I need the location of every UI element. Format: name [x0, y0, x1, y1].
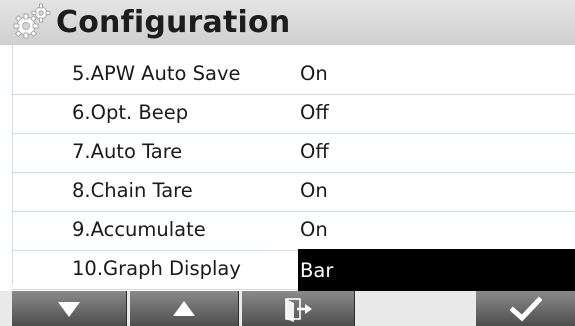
page-title: Configuration	[56, 5, 291, 40]
setting-row-apw-auto-save[interactable]: 5.APW Auto Save On	[12, 56, 575, 95]
setting-label: 7.Auto Tare	[72, 140, 183, 163]
up-arrow-icon	[171, 300, 197, 318]
setting-value: Off	[300, 140, 329, 163]
softkey-bar	[0, 291, 575, 326]
setting-value: On	[300, 179, 328, 202]
checkmark-icon	[509, 295, 542, 322]
exit-icon	[283, 296, 313, 322]
settings-list: 5.APW Auto Save On 6.Opt. Beep Off 7.Aut…	[12, 45, 575, 291]
setting-label: 6.Opt. Beep	[72, 101, 189, 124]
setting-label: 9.Accumulate	[72, 218, 206, 241]
confirm-button[interactable]	[476, 291, 575, 326]
exit-button[interactable]	[242, 291, 355, 326]
selected-value-highlight	[298, 249, 575, 291]
setting-row-opt-beep[interactable]: 6.Opt. Beep Off	[12, 95, 575, 134]
setting-label: 8.Chain Tare	[72, 179, 193, 202]
up-button[interactable]	[130, 291, 239, 326]
gears-icon	[12, 0, 54, 45]
setting-value: On	[300, 218, 328, 241]
setting-row-auto-tare[interactable]: 7.Auto Tare Off	[12, 134, 575, 173]
setting-label: 10.Graph Display	[72, 257, 241, 280]
down-arrow-icon	[56, 300, 82, 318]
down-button[interactable]	[12, 291, 127, 326]
configuration-screen: Configuration 5.APW Auto Save On 6.Opt. …	[0, 0, 575, 326]
setting-value: On	[300, 62, 328, 85]
setting-label: 5.APW Auto Save	[72, 62, 241, 85]
setting-row-chain-tare[interactable]: 8.Chain Tare On	[12, 173, 575, 212]
setting-value: Bar	[300, 259, 334, 282]
blank-softkey	[356, 291, 474, 326]
setting-row-accumulate[interactable]: 9.Accumulate On	[12, 212, 575, 251]
header-bar: Configuration	[0, 0, 575, 45]
setting-value: Off	[300, 101, 329, 124]
setting-row-graph-display[interactable]: 10.Graph Display Bar	[12, 249, 575, 291]
